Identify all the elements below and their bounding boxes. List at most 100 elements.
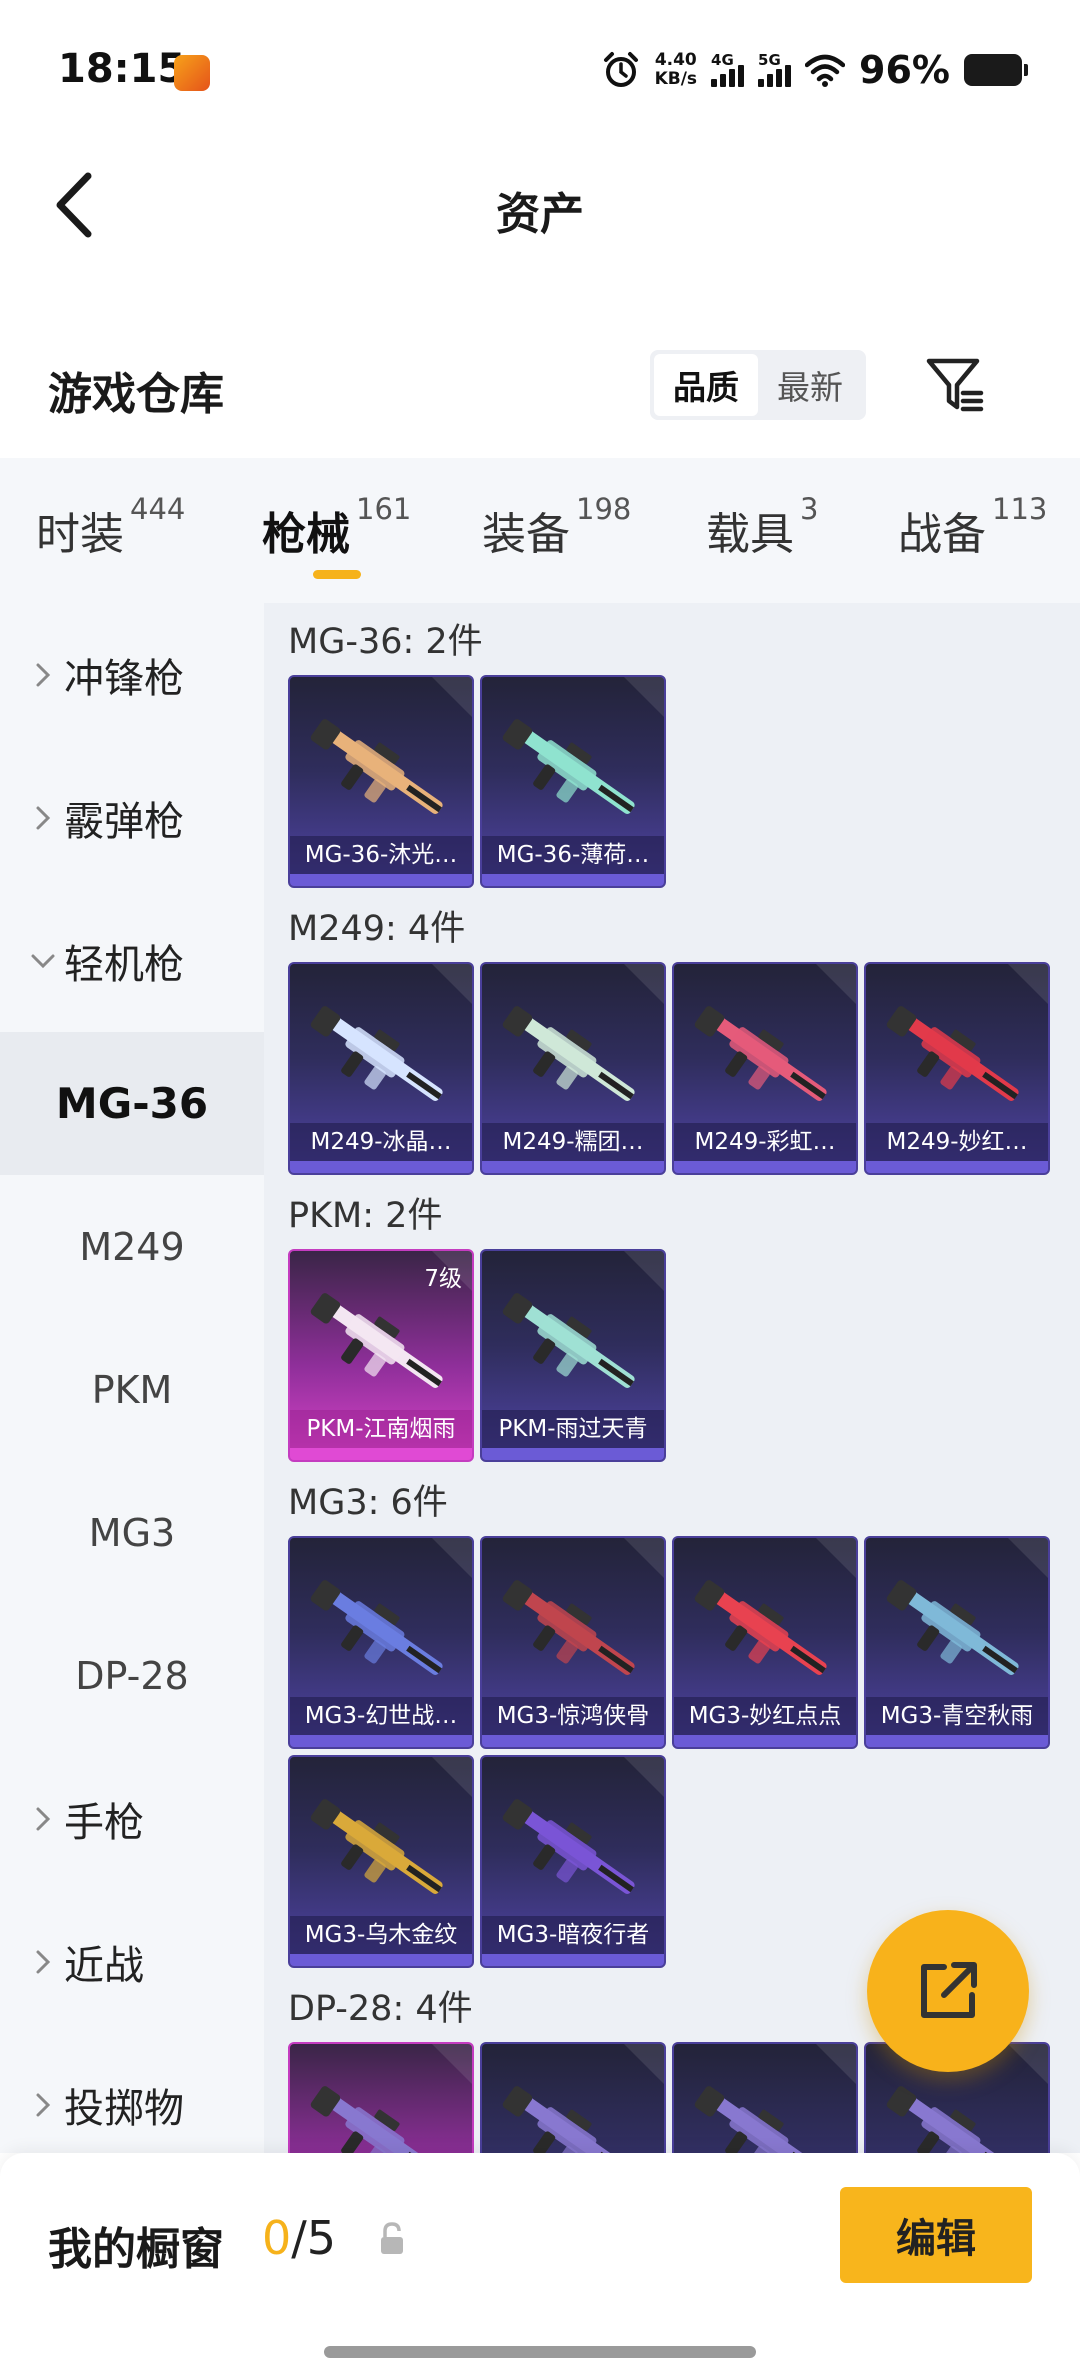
chevron-right-icon — [36, 663, 51, 686]
tab-fashion[interactable]: 时装 444 — [36, 492, 185, 562]
tab-vehicles[interactable]: 载具 3 — [706, 492, 818, 562]
tab-equipment[interactable]: 装备 198 — [482, 492, 631, 562]
sort-toggle: 品质 最新 — [650, 350, 866, 420]
chevron-right-icon — [36, 1807, 51, 1830]
weapon-skin-image — [694, 1006, 827, 1101]
section-title: MG-36: 2件 — [288, 622, 483, 662]
wifi-icon — [805, 54, 846, 87]
section-title: DP-28: 4件 — [288, 1989, 473, 2029]
tab-count: 3 — [800, 492, 819, 526]
battery-percent: 96% — [859, 48, 950, 92]
home-indicator — [324, 2346, 756, 2358]
weapon-card-name: M249-冰晶… — [290, 1123, 472, 1161]
showcase-title: 我的橱窗 — [48, 2224, 224, 2275]
sidebar-group-label: 近战 — [64, 1942, 144, 1989]
tab-count: 161 — [356, 492, 412, 526]
sidebar-group-label: 冲锋枪 — [64, 655, 184, 702]
sidebar-subitem-pkm[interactable]: PKM — [0, 1318, 264, 1461]
warehouse-title: 游戏仓库 — [48, 369, 224, 420]
weapon-card[interactable]: PKM-江南烟雨 7级 — [288, 1249, 474, 1462]
sidebar-item-smg[interactable]: 冲锋枪 — [0, 603, 264, 746]
edit-button[interactable]: 编辑 — [840, 2187, 1032, 2283]
chevron-right-icon — [36, 1950, 51, 1973]
tab-label: 战备 — [898, 509, 986, 560]
tab-label: 枪械 — [262, 509, 350, 560]
showcase-total: /5 — [291, 2211, 337, 2265]
sidebar-group-label: 投掷物 — [64, 2085, 184, 2132]
weapon-skin-image — [310, 1006, 443, 1101]
sidebar-subitem-mg36[interactable]: MG-36 — [0, 1032, 264, 1175]
sidebar-subitem-dp28[interactable]: DP-28 — [0, 1604, 264, 1747]
weapon-card[interactable]: MG3-暗夜行者 — [480, 1755, 666, 1968]
sidebar-item-shotgun[interactable]: 霰弹枪 — [0, 746, 264, 889]
weapon-card[interactable] — [672, 2042, 858, 2153]
weapon-skin-image — [502, 1580, 635, 1675]
sidebar-item-lmg[interactable]: 轻机枪 — [0, 889, 264, 1032]
weapon-card-name: MG-36-沐光… — [290, 836, 472, 874]
chevron-right-icon — [36, 2093, 51, 2116]
weapon-card[interactable]: PKM-雨过天青 — [480, 1249, 666, 1462]
weapon-card[interactable]: MG-36-薄荷… — [480, 675, 666, 888]
weapon-card-name: PKM-江南烟雨 — [290, 1410, 472, 1448]
weapon-card-name: MG3-妙红点点 — [674, 1697, 856, 1735]
weapon-card-name: PKM-雨过天青 — [482, 1410, 664, 1448]
sort-quality-option[interactable]: 品质 — [654, 354, 758, 416]
weapon-card-name: MG3-惊鸿侠骨 — [482, 1697, 664, 1735]
signal-5g-icon: 5G — [758, 51, 792, 87]
weapon-card[interactable]: M249-糯团… — [480, 962, 666, 1175]
weapon-skin-image — [694, 2086, 827, 2153]
sidebar-item-melee[interactable]: 近战 — [0, 1890, 264, 2033]
weapon-card-name: MG3-幻世战… — [290, 1697, 472, 1735]
warehouse-header: 游戏仓库 品质 最新 — [0, 320, 1080, 460]
network-speed: 4.40 KB/s — [655, 51, 697, 89]
tab-count: 113 — [992, 492, 1048, 526]
signal-4g-label: 4G — [711, 51, 734, 69]
weapon-card-name: MG3-青空秋雨 — [866, 1697, 1048, 1735]
section-title: MG3: 6件 — [288, 1483, 448, 1523]
sort-latest-option[interactable]: 最新 — [758, 354, 862, 416]
sidebar-subitem-mg3[interactable]: MG3 — [0, 1461, 264, 1604]
category-tabs: 时装 444 枪械 161 装备 198 载具 3 战备 113 — [0, 458, 1080, 603]
weapon-card[interactable]: M249-彩虹… — [672, 962, 858, 1175]
weapon-skin-image — [886, 1006, 1019, 1101]
tab-count: 198 — [576, 492, 632, 526]
sidebar-item-pistol[interactable]: 手枪 — [0, 1747, 264, 1890]
tab-supplies[interactable]: 战备 113 — [898, 492, 1047, 562]
sidebar-subitem-m249[interactable]: M249 — [0, 1175, 264, 1318]
chevron-right-icon — [36, 806, 51, 829]
weapon-category-sidebar: 冲锋枪 霰弹枪 轻机枪 MG-36 M249 PKM MG3 DP-28 手枪 … — [0, 603, 264, 2153]
weapon-card-name: MG-36-薄荷… — [482, 836, 664, 874]
weapon-card[interactable] — [288, 2042, 474, 2153]
weapon-card[interactable]: MG3-妙红点点 — [672, 1536, 858, 1749]
app-header: 资产 — [0, 140, 1080, 270]
status-icons: 4.40 KB/s 4G 5G 96% — [601, 44, 1028, 96]
weapon-skin-image — [886, 1580, 1019, 1675]
weapon-card[interactable] — [480, 2042, 666, 2153]
share-button[interactable] — [867, 1910, 1029, 2072]
weapon-card[interactable]: M249-妙红… — [864, 962, 1050, 1175]
weapon-card[interactable]: MG3-青空秋雨 — [864, 1536, 1050, 1749]
weapon-skin-image — [310, 1580, 443, 1675]
filter-icon — [926, 358, 984, 412]
weapon-card[interactable]: MG3-乌木金纹 — [288, 1755, 474, 1968]
weapon-card-name: MG3-乌木金纹 — [290, 1916, 472, 1954]
filter-button[interactable] — [920, 350, 990, 420]
chevron-down-icon — [31, 954, 55, 968]
showcase-current: 0 — [262, 2211, 292, 2265]
sidebar-group-label: 轻机枪 — [64, 941, 184, 988]
weapon-card[interactable]: MG3-幻世战… — [288, 1536, 474, 1749]
network-speed-unit: KB/s — [654, 69, 698, 89]
weapon-card-name: M249-彩虹… — [674, 1123, 856, 1161]
weapon-card[interactable]: MG3-惊鸿侠骨 — [480, 1536, 666, 1749]
weapon-skin-image — [310, 2086, 443, 2153]
share-icon — [921, 1962, 977, 2018]
weapon-skin-image — [502, 1006, 635, 1101]
weapon-card[interactable]: MG-36-沐光… — [288, 675, 474, 888]
weapon-skin-image — [310, 719, 443, 814]
weapon-card-name: M249-妙红… — [866, 1123, 1048, 1161]
sidebar-group-label: 手枪 — [64, 1799, 144, 1846]
network-speed-value: 4.40 — [654, 50, 697, 70]
page-title: 资产 — [496, 189, 584, 240]
weapon-card[interactable]: M249-冰晶… — [288, 962, 474, 1175]
tab-firearms[interactable]: 枪械 161 — [262, 492, 411, 562]
